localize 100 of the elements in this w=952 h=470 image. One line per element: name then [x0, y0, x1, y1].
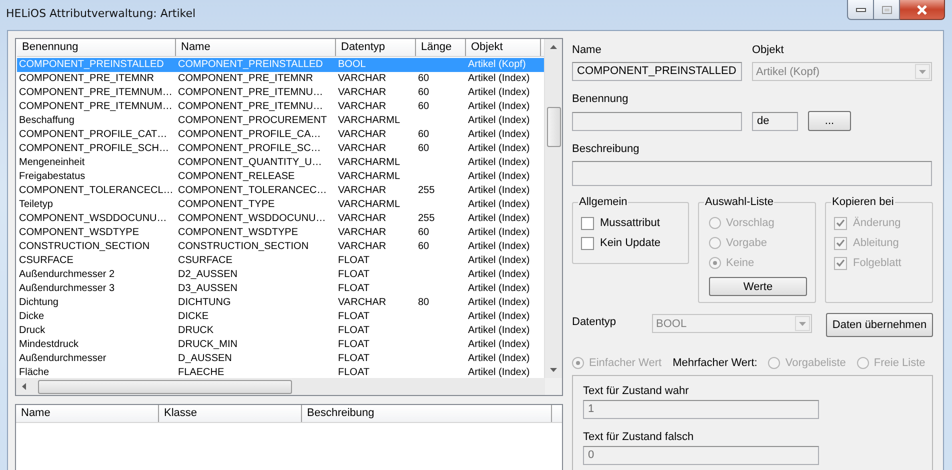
table-row[interactable]: COMPONENT_WSDDOCUNU… COMPONENT_WSDDOCUNU… VARCHAR 255 Artikel (Index)	[17, 212, 544, 226]
close-button[interactable]	[900, 0, 945, 20]
column-header[interactable]: Klasse	[159, 405, 302, 422]
table-cell-text: Mengeneinheit	[18, 156, 86, 170]
table-cell-text: COMPONENT_QUANTITY_U…	[177, 156, 323, 170]
table-row[interactable]: Außendurchmesser D_AUSSEN FLOAT Artikel (Index)	[17, 352, 544, 366]
table-row[interactable]: Druck DRUCK FLOAT Artikel (Index)	[17, 324, 544, 338]
table-row[interactable]: Teiletyp COMPONENT_TYPE VARCHARML Artikel (Index)	[17, 198, 544, 212]
table-row[interactable]: Außendurchmesser 2 D2_AUSSEN FLOAT Artikel (Index)	[17, 268, 544, 282]
horizontal-scrollbar[interactable]	[16, 378, 545, 395]
up-arrow-icon	[550, 45, 557, 49]
table-row[interactable]: Dichtung DICHTUNG VARCHAR 80 Artikel (Index)	[17, 296, 544, 310]
table-row[interactable]: Fläche FLAECHE FLOAT Artikel (Index)	[17, 366, 544, 378]
description-field[interactable]	[572, 161, 932, 186]
table-cell-text: Artikel (Index)	[467, 352, 531, 366]
scrollbar-thumb[interactable]	[546, 107, 560, 147]
table-cell-text: DICKE	[177, 310, 210, 324]
table-cell-text: Fläche	[18, 366, 50, 378]
table-cell-text: COMPONENT_WSDTYPE	[18, 226, 140, 240]
table-cell-text: COMPONENT_PROFILE_SC…	[177, 142, 322, 156]
table-row[interactable]: Freigabestatus COMPONENT_RELEASE VARCHARML Artikel (Index)	[17, 170, 544, 184]
browse-button[interactable]: ...	[808, 111, 851, 131]
field-label: Text für Zustand wahr	[583, 385, 689, 397]
scrollbar-thumb[interactable]	[38, 380, 292, 394]
table-cell-text: 60	[417, 100, 430, 114]
table-row[interactable]: Beschaffung COMPONENT_PROCUREMENT VARCHARML Artikel (Index)	[17, 114, 544, 128]
designation-field[interactable]	[572, 112, 742, 130]
option-label: Vorgabeliste	[785, 357, 846, 369]
table-cell-text: CSURFACE	[18, 254, 74, 268]
column-header[interactable]: Benennung	[17, 39, 176, 56]
values-button[interactable]: Werte	[709, 277, 807, 296]
table-cell-text: Artikel (Index)	[467, 296, 531, 310]
field-label: Name	[572, 44, 602, 56]
option-label: Ableitung	[853, 237, 899, 249]
group-title: Allgemein	[578, 196, 628, 208]
table-row[interactable]: Außendurchmesser 3 D3_AUSSEN FLOAT Artikel (Index)	[17, 282, 544, 296]
true-text-field[interactable]: 1	[583, 400, 819, 419]
table-cell-text: Artikel (Index)	[467, 310, 531, 324]
table-row[interactable]: Mengeneinheit COMPONENT_QUANTITY_U… VARCHARML Artikel (Index)	[17, 156, 544, 170]
table-cell-text: Artikel (Index)	[467, 282, 531, 296]
table-cell-text: Außendurchmesser 3	[18, 282, 116, 296]
table-cell-text: COMPONENT_PROCUREMENT	[177, 114, 328, 128]
table-cell-text: COMPONENT_PRE_ITEMNR	[18, 72, 156, 86]
table-row[interactable]: Dicke DICKE FLOAT Artikel (Index)	[17, 310, 544, 324]
checkbox[interactable]	[581, 236, 594, 250]
language-field[interactable]: de	[752, 112, 798, 130]
table-cell-text: 60	[417, 142, 430, 156]
table-cell-text: Mindestdruck	[18, 338, 80, 352]
table-row[interactable]: COMPONENT_PRE_ITEMNR COMPONENT_PRE_ITEMNR VARCHAR 60 Artikel (Index)	[17, 72, 544, 86]
column-header[interactable]: Name	[16, 405, 159, 422]
table-row[interactable]: COMPONENT_TOLERANCECL… COMPONENT_TOLERANCEC… VARCHAR 255 Artikel (Index)	[17, 184, 544, 198]
table-cell-text: 60	[417, 86, 430, 100]
table-row[interactable]: COMPONENT_PROFILE_SCH… COMPONENT_PROFILE_SC… VARCHAR 60 Artikel (Index)	[17, 142, 544, 156]
column-header[interactable]: Beschreibung	[302, 405, 552, 422]
table-cell-text: Artikel (Index)	[467, 72, 531, 86]
maximize-icon	[882, 6, 892, 14]
table-cell-text: 60	[417, 240, 430, 254]
field-label: Text für Zustand falsch	[583, 431, 694, 443]
table-cell-text: Artikel (Index)	[467, 100, 531, 114]
table-cell-text: DRUCK_MIN	[177, 338, 238, 352]
column-header[interactable]: Objekt	[466, 39, 541, 56]
table-cell-text: Artikel (Index)	[467, 240, 531, 254]
column-header[interactable]: Name	[176, 39, 336, 56]
apply-button[interactable]: Daten übernehmen	[826, 313, 933, 337]
column-header[interactable]: Datentyp	[336, 39, 416, 56]
minimize-button[interactable]	[847, 0, 874, 20]
table-row[interactable]: CONSTRUCTION_SECTION CONSTRUCTION_SECTION VARCHAR 60 Artikel (Index)	[17, 240, 544, 254]
table-cell-text: CONSTRUCTION_SECTION	[177, 240, 310, 254]
field-label: Benennung	[572, 93, 628, 105]
vertical-scrollbar[interactable]	[544, 39, 562, 378]
checkbox[interactable]	[581, 216, 594, 230]
table-cell-text: Dicke	[18, 310, 46, 324]
column-header[interactable]: Länge	[416, 39, 466, 56]
table-cell-text: Artikel (Index)	[467, 338, 531, 352]
table-row[interactable]: CSURFACE CSURFACE FLOAT Artikel (Index)	[17, 254, 544, 268]
table-cell-text: VARCHAR	[337, 296, 388, 310]
table-cell-text: COMPONENT_PROFILE_CA…	[177, 128, 322, 142]
table-cell-text: Beschaffung	[18, 114, 76, 128]
table-cell-text: FLOAT	[337, 338, 370, 352]
table-cell-text: COMPONENT_PRE_ITEMNUM…	[18, 86, 174, 100]
close-icon	[916, 4, 928, 14]
table-cell-text: Artikel (Index)	[467, 86, 531, 100]
table-row[interactable]: Mindestdruck DRUCK_MIN FLOAT Artikel (Index)	[17, 338, 544, 352]
false-text-field[interactable]: 0	[583, 446, 819, 465]
table-cell-text: FLOAT	[337, 268, 370, 282]
table-row[interactable]: COMPONENT_PRE_ITEMNUM… COMPONENT_PRE_ITEMNU… VARCHAR 60 Artikel (Index)	[17, 86, 544, 100]
maximize-button[interactable]	[874, 0, 900, 20]
table-cell-text: VARCHAR	[337, 226, 388, 240]
table-row[interactable]: COMPONENT_WSDTYPE COMPONENT_WSDTYPE VARCHAR 60 Artikel (Index)	[17, 226, 544, 240]
option-label: Freie Liste	[874, 357, 926, 369]
table-cell-text: FLOAT	[337, 324, 370, 338]
table-cell-text: COMPONENT_WSDDOCUNU…	[177, 212, 327, 226]
table-cell-text: VARCHAR	[337, 100, 388, 114]
name-field[interactable]: COMPONENT_PREINSTALLED	[572, 62, 742, 81]
table-cell-text: D2_AUSSEN	[177, 268, 238, 282]
table-cell-text: COMPONENT_PRE_ITEMNR	[177, 72, 314, 86]
table-cell-text: Artikel (Index)	[467, 198, 531, 212]
table-row[interactable]: COMPONENT_PROFILE_CAT… COMPONENT_PROFILE_CA… VARCHAR 60 Artikel (Index)	[17, 128, 544, 142]
table-row[interactable]: COMPONENT_PRE_ITEMNUM… COMPONENT_PRE_ITEMNU… VARCHAR 60 Artikel (Index)	[17, 100, 544, 114]
table-cell-text: VARCHARML	[337, 156, 402, 170]
